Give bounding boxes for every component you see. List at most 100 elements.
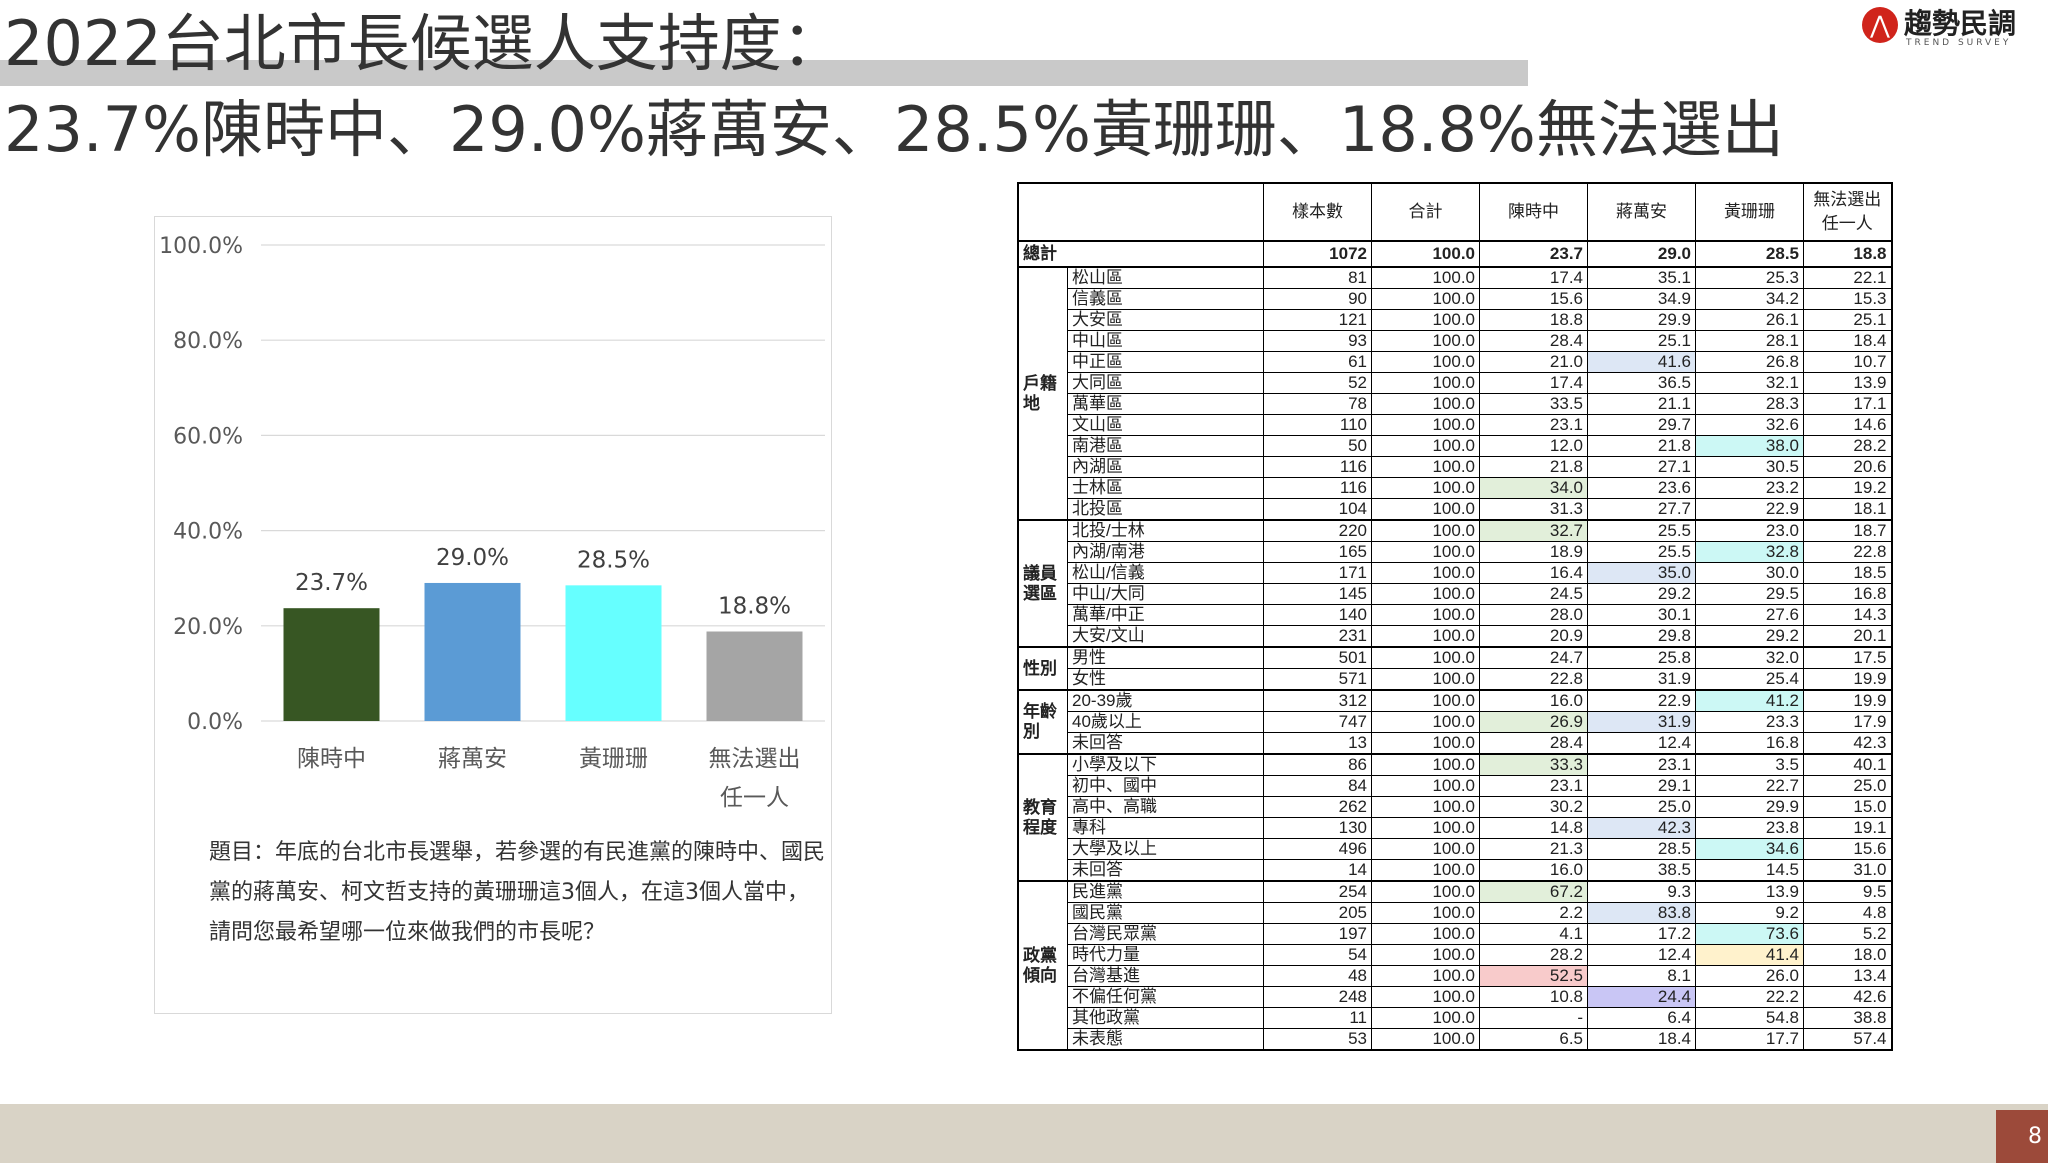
table-cell: 19.9: [1803, 689, 1892, 712]
table-cell: 23.0: [1695, 519, 1804, 542]
table-cell: 28.3: [1695, 393, 1804, 415]
table-cell: 197: [1263, 923, 1372, 945]
data-label: 29.0%: [436, 545, 509, 571]
table-cell: 104: [1263, 498, 1372, 521]
table-cell: 9.3: [1587, 880, 1696, 903]
row-label: 未回答: [1067, 732, 1264, 755]
table-cell: 100.0: [1371, 753, 1480, 776]
table-cell: 140: [1263, 604, 1372, 626]
footer-band: [0, 1104, 2048, 1163]
table-cell: 33.5: [1479, 393, 1588, 415]
table-cell: 93: [1263, 330, 1372, 352]
crosstab-table: 樣本數 合計 陳時中 蔣萬安 黃珊珊 無法選出任一人 總計 1072 100.0 23.7 29.0…: [1017, 182, 1893, 1051]
table-cell: 205: [1263, 902, 1372, 924]
table-row: 中正區 61 100.0 21.0 41.6 26.8 10.7: [1018, 351, 1892, 373]
table-row: 議員選區 北投/士林 220 100.0 32.7 25.5 23.0 18.7: [1017, 519, 1892, 648]
table-row: 萬華區 78 100.0 33.5 21.1 28.3 17.1: [1018, 393, 1892, 415]
table-row: 40歲以上 747 100.0 26.9 31.9 23.3 17.9: [1018, 711, 1892, 733]
table-cell: 12.0: [1479, 435, 1588, 457]
table-cell: 17.4: [1479, 266, 1588, 289]
table-cell: 23.7: [1479, 240, 1588, 268]
table-cell: 100.0: [1371, 859, 1480, 882]
table-cell: 24.5: [1479, 583, 1588, 605]
table-cell: 571: [1263, 668, 1372, 691]
table-cell: 31.9: [1587, 668, 1696, 691]
table-cell: 29.2: [1587, 583, 1696, 605]
table-cell: 10.7: [1803, 351, 1892, 373]
table-cell: 25.1: [1587, 330, 1696, 352]
table-cell: 100.0: [1371, 923, 1480, 945]
table-cell: 22.2: [1695, 986, 1804, 1008]
row-label: 大學及以上: [1067, 838, 1264, 860]
bar-chart: 0.0% 20.0% 40.0% 60.0% 80.0% 100.0% 23.7% 陳時中 29…: [159, 234, 825, 811]
table-cell: 100.0: [1371, 288, 1480, 310]
table-row: 北投區 104 100.0 31.3 27.7 22.9 18.1: [1018, 498, 1892, 521]
table-cell: 16.4: [1479, 562, 1588, 584]
row-label: 文山區: [1067, 414, 1264, 436]
table-cell: 100.0: [1371, 309, 1480, 331]
table-cell: 29.5: [1695, 583, 1804, 605]
table-cell: 171: [1263, 562, 1372, 584]
table-row: 士林區 116 100.0 34.0 23.6 23.2 19.2: [1018, 477, 1892, 499]
y-tick-label: 80.0%: [173, 329, 243, 354]
y-tick-label: 0.0%: [187, 710, 243, 735]
table-cell: 9.5: [1803, 880, 1892, 903]
group-label: 議員選區: [1017, 519, 1068, 648]
logo-mark-icon: ⋀: [1862, 7, 1898, 43]
table-cell: 27.1: [1587, 456, 1696, 478]
table-cell: 27.7: [1587, 498, 1696, 521]
table-cell: 24.4: [1587, 986, 1696, 1008]
page-title: 2022台北市長候選人支持度：: [4, 7, 844, 80]
table-cell: 100.0: [1371, 689, 1480, 712]
table-cell: 20.6: [1803, 456, 1892, 478]
row-label: 20-39歲: [1067, 689, 1264, 712]
table-cell: 100.0: [1371, 477, 1480, 499]
table-cell: 54: [1263, 944, 1372, 966]
table-cell: 28.4: [1479, 330, 1588, 352]
group-label: 政黨傾向: [1017, 880, 1068, 1051]
table-cell: 16.0: [1479, 859, 1588, 882]
table-cell: 83.8: [1587, 902, 1696, 924]
table-row: 大安/文山 231 100.0 20.9 29.8 29.2 20.1: [1018, 625, 1892, 648]
table-cell: 30.1: [1587, 604, 1696, 626]
brand-logo: ⋀ 趨勢民調 TREND SURVEY: [1862, 4, 2040, 48]
bar: [565, 585, 662, 721]
table-cell: 18.8: [1803, 240, 1892, 268]
table-cell: 22.8: [1479, 668, 1588, 691]
column-header: 蔣萬安: [1587, 182, 1696, 242]
table-cell: 26.9: [1479, 711, 1588, 733]
y-tick-label: 60.0%: [173, 424, 243, 449]
table-cell: 145: [1263, 583, 1372, 605]
table-row: 教育程度 小學及以下 86 100.0 33.3 23.1 3.5 40.1: [1017, 753, 1892, 882]
table-cell: 32.6: [1695, 414, 1804, 436]
table-cell: 25.5: [1587, 519, 1696, 542]
table-cell: 31.0: [1803, 859, 1892, 882]
table-cell: 8.1: [1587, 965, 1696, 987]
group-label: 教育程度: [1017, 753, 1068, 882]
table-cell: 9.2: [1695, 902, 1804, 924]
table-cell: 3.5: [1695, 753, 1804, 776]
table-cell: 23.1: [1479, 775, 1588, 797]
table-row: 性別 男性 501 100.0 24.7 25.8 32.0 17.5: [1017, 646, 1892, 691]
table-cell: 28.2: [1803, 435, 1892, 457]
table-cell: 19.9: [1803, 668, 1892, 691]
table-cell: 100.0: [1371, 519, 1480, 542]
table-cell: 496: [1263, 838, 1372, 860]
table-cell: 28.5: [1587, 838, 1696, 860]
table-cell: 100.0: [1371, 965, 1480, 987]
bar: [283, 608, 380, 721]
row-label: 40歲以上: [1067, 711, 1264, 733]
table-cell: 30.5: [1695, 456, 1804, 478]
table-cell: 26.0: [1695, 965, 1804, 987]
row-label: 內湖/南港: [1067, 541, 1264, 563]
table-row: 戶籍地 松山區 81 100.0 17.4 35.1 25.3 22.1: [1017, 266, 1892, 521]
table-cell: 41.4: [1695, 944, 1804, 966]
table-cell: 35.0: [1587, 562, 1696, 584]
table-cell: 116: [1263, 477, 1372, 499]
table-cell: 17.9: [1803, 711, 1892, 733]
table-cell: 100.0: [1371, 986, 1480, 1008]
table-row: 萬華/中正 140 100.0 28.0 30.1 27.6 14.3: [1018, 604, 1892, 626]
table-cell: 34.0: [1479, 477, 1588, 499]
table-cell: 18.4: [1803, 330, 1892, 352]
table-cell: 61: [1263, 351, 1372, 373]
